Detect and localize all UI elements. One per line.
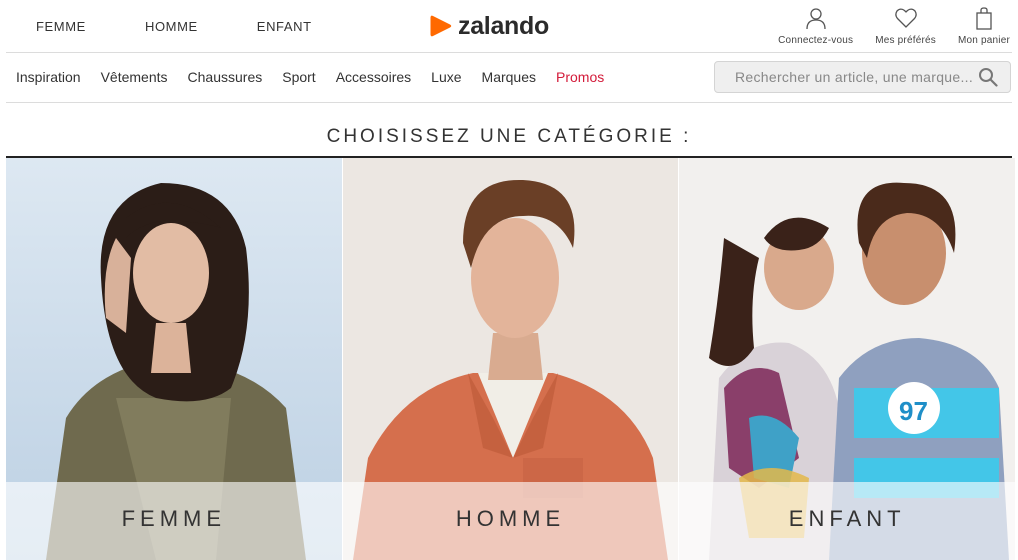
cart-link[interactable]: Mon panier [958,6,1010,46]
login-link[interactable]: Connectez-vous [778,6,853,46]
svg-text:97: 97 [899,396,928,426]
account-area: Connectez-vous Mes préférés Mon panier [756,6,1010,46]
logo-text: zalando [458,11,549,40]
nav-item-marques[interactable]: Marques [482,69,536,85]
category-list: Inspiration Vêtements Chaussures Sport A… [16,52,624,102]
tile-label-enfant: ENFANT [788,506,906,531]
gender-tabs: FEMME HOMME ENFANT [20,0,355,52]
nav-item-inspiration[interactable]: Inspiration [16,69,81,85]
tile-label-homme: HOMME [455,506,566,531]
nav-item-vetements[interactable]: Vêtements [101,69,168,85]
nav-item-promos[interactable]: Promos [556,69,604,85]
tile-label-femme: FEMME [121,506,227,531]
shopping-bag-icon [976,7,992,30]
category-tiles: FEMME HOMME 97 ENFANT [6,158,1016,560]
category-tile-enfant[interactable]: 97 ENFANT [679,158,1016,560]
nav-item-sport[interactable]: Sport [282,69,315,85]
nav-item-chaussures[interactable]: Chaussures [188,69,263,85]
nav-item-accessoires[interactable]: Accessoires [336,69,411,85]
category-tile-homme[interactable]: HOMME [342,158,679,560]
user-icon [806,8,826,30]
category-tile-femme[interactable]: FEMME [6,158,342,560]
search-input[interactable] [715,62,978,92]
zalando-logo[interactable]: zalando [428,12,549,40]
nav-item-luxe[interactable]: Luxe [431,69,461,85]
favorites-label: Mes préférés [875,35,936,46]
tab-femme[interactable]: FEMME [20,19,88,34]
category-nav: Inspiration Vêtements Chaussures Sport A… [0,52,1018,102]
favorites-link[interactable]: Mes préférés [875,6,936,46]
page-heading: CHOISISSEZ UNE CATÉGORIE : [326,126,692,147]
tab-enfant[interactable]: ENFANT [241,19,314,34]
play-logo-icon [430,15,452,37]
search-box [714,61,1011,93]
heart-icon [894,8,917,28]
search-icon[interactable] [978,67,998,87]
nav-divider [6,102,1012,103]
login-label: Connectez-vous [778,35,854,46]
top-bar: FEMME HOMME ENFANT zalando Connectez-vou… [0,0,1018,52]
tab-homme[interactable]: HOMME [129,19,200,34]
cart-label: Mon panier [957,35,1010,46]
